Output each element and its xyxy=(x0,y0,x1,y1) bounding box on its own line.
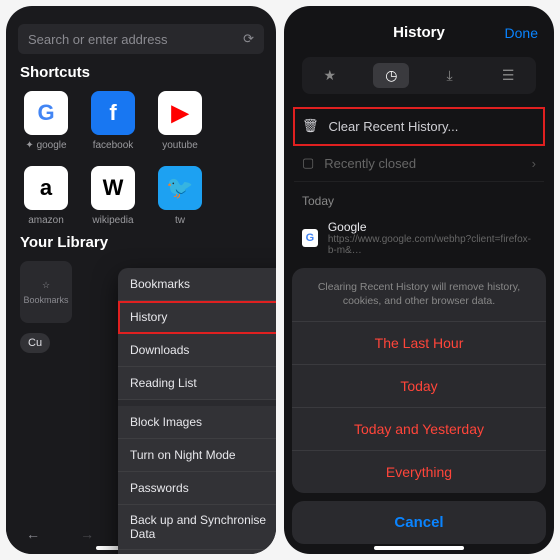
search-placeholder: Search or enter address xyxy=(28,32,167,47)
star-icon: ☆ xyxy=(42,280,50,291)
menu-sync[interactable]: Back up and Synchronise Data↻ xyxy=(118,505,276,550)
shortcut-wikipedia[interactable]: Wwikipedia xyxy=(87,166,139,226)
history-header: History Done xyxy=(284,6,554,51)
back-icon[interactable]: ← xyxy=(26,526,40,542)
opt-today-yesterday[interactable]: Today and Yesterday xyxy=(292,408,546,451)
home-indicator xyxy=(374,546,464,550)
shortcut-facebook[interactable]: ffacebook xyxy=(87,91,139,151)
clear-history-sheet: Clearing Recent History will remove hist… xyxy=(292,268,546,544)
forward-icon[interactable]: → xyxy=(80,526,94,542)
opt-everything[interactable]: Everything xyxy=(292,451,546,493)
shortcuts-title: Shortcuts xyxy=(20,64,262,81)
library-title: Your Library xyxy=(20,234,262,251)
customize-button[interactable]: Cu xyxy=(20,333,50,353)
address-bar[interactable]: Search or enter address ⟳ xyxy=(18,24,264,54)
library-bookmarks[interactable]: ☆ Bookmarks xyxy=(20,261,72,323)
shortcuts-grid: G✦ google ffacebook ▶youtube aamazon Wwi… xyxy=(20,91,262,226)
favicon-google: G xyxy=(302,229,318,247)
shortcut-google[interactable]: G✦ google xyxy=(20,91,72,151)
opt-last-hour[interactable]: The Last Hour xyxy=(292,322,546,365)
today-section: Today xyxy=(302,194,536,208)
history-actions: 🗑 Clear Recent History... ▢ Recently clo… xyxy=(294,108,544,182)
menu-passwords[interactable]: Passwords⊶ xyxy=(118,472,276,505)
menu-downloads[interactable]: Downloads⤓ xyxy=(118,334,276,367)
shortcut-twitter[interactable]: 🐦tw xyxy=(154,166,206,226)
shortcut-amazon[interactable]: aamazon xyxy=(20,166,72,226)
window-icon: ▢ xyxy=(302,155,314,171)
clear-recent-history[interactable]: 🗑 Clear Recent History... xyxy=(294,108,544,145)
menu-whats-new[interactable]: What's New🎁 xyxy=(118,550,276,554)
cancel-button[interactable]: Cancel xyxy=(292,501,546,544)
seg-bookmarks-icon[interactable]: ★ xyxy=(312,63,349,88)
shortcut-youtube[interactable]: ▶youtube xyxy=(154,91,206,151)
seg-downloads-icon[interactable]: ⤓ xyxy=(435,63,465,88)
menu-night-mode[interactable]: Turn on Night Mode☾ xyxy=(118,439,276,472)
phone-history-screen: History Done ★ ◷ ⤓ ☰ 🗑 Clear Recent Hist… xyxy=(284,6,554,554)
recently-closed[interactable]: ▢ Recently closed › xyxy=(294,145,544,182)
phone-home-screen: Search or enter address ⟳ Shortcuts G✦ g… xyxy=(6,6,276,554)
menu-block-images[interactable]: Block Images▧ xyxy=(118,406,276,439)
sheet-message: Clearing Recent History will remove hist… xyxy=(292,268,546,322)
reload-icon[interactable]: ⟳ xyxy=(243,31,254,47)
seg-readinglist-icon[interactable]: ☰ xyxy=(490,63,527,88)
menu-bookmarks[interactable]: Bookmarks★ xyxy=(118,268,276,301)
page-title: History xyxy=(393,24,445,41)
history-segments: ★ ◷ ⤓ ☰ xyxy=(302,57,536,94)
opt-today[interactable]: Today xyxy=(292,365,546,408)
trash-icon: 🗑 xyxy=(302,118,319,134)
seg-history-icon[interactable]: ◷ xyxy=(373,63,409,88)
menu-reading-list[interactable]: Reading List☰ xyxy=(118,367,276,400)
history-entry-google[interactable]: G Googlehttps://www.google.com/webhp?cli… xyxy=(284,212,554,264)
done-button[interactable]: Done xyxy=(505,25,538,41)
menu-history[interactable]: History◷ xyxy=(118,301,276,334)
overflow-menu: Bookmarks★ History◷ Downloads⤓ Reading L… xyxy=(118,268,276,554)
chevron-right-icon: › xyxy=(532,156,536,171)
